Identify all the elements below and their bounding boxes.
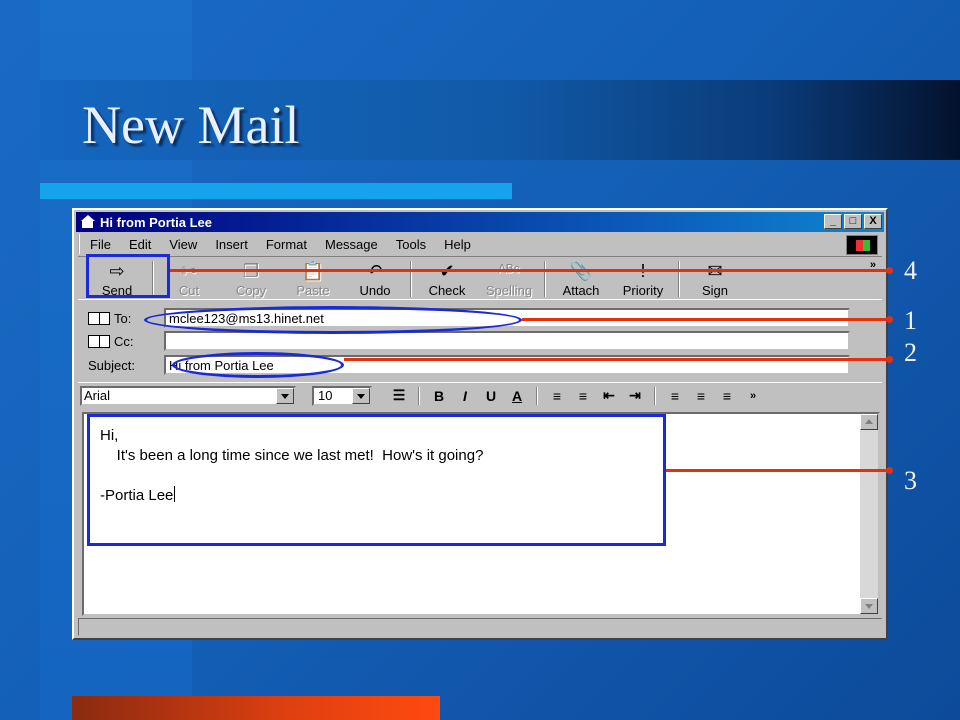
scroll-down-icon[interactable] — [860, 598, 878, 614]
highlight-to-field — [144, 306, 522, 334]
menu-tools[interactable]: Tools — [396, 237, 426, 252]
subject-label: Subject: — [88, 357, 135, 373]
chevron-down-icon[interactable] — [276, 387, 294, 404]
check-names-icon: ✔ — [439, 261, 454, 283]
copy-icon: ❐ — [243, 261, 259, 283]
decrease-indent-icon[interactable]: ⇤ — [596, 387, 622, 404]
sign-icon: ✉ — [707, 261, 722, 283]
toolbar-separator — [678, 261, 680, 297]
sign-label: Sign — [701, 283, 729, 298]
underline-button[interactable]: U — [478, 388, 504, 404]
copy-button[interactable]: ❐ Copy — [220, 257, 282, 301]
align-right-icon[interactable]: ≡ — [714, 388, 740, 404]
menu-edit[interactable]: Edit — [129, 237, 151, 252]
menu-view[interactable]: View — [169, 237, 197, 252]
format-separator — [654, 386, 656, 405]
decorative-cyan-bar — [40, 183, 512, 199]
paste-icon: 📋 — [302, 261, 324, 283]
callout-pointer-4 — [170, 267, 893, 274]
paste-button[interactable]: 📋 Paste — [282, 257, 344, 301]
increase-indent-icon[interactable]: ⇥ — [622, 387, 648, 404]
chevron-down-icon[interactable] — [352, 387, 370, 404]
spelling-button[interactable]: ᴬᴮᶜ Spelling — [478, 257, 540, 301]
callout-number-1: 1 — [904, 306, 917, 335]
toolbar-separator — [410, 261, 412, 297]
callout-number-2: 2 — [904, 338, 917, 367]
callout-pointer-1 — [522, 316, 893, 323]
check-label: Check — [428, 283, 466, 298]
windows-logo-icon — [846, 235, 878, 255]
subject-row: Subject: — [88, 355, 168, 375]
paperclip-icon: 📎 — [570, 261, 592, 283]
status-bar — [78, 618, 882, 636]
font-color-button[interactable]: A — [504, 388, 530, 404]
copy-label: Copy — [235, 283, 267, 298]
scroll-up-icon[interactable] — [860, 414, 878, 430]
priority-icon: ! — [640, 261, 645, 283]
cc-row: Cc: — [88, 331, 168, 351]
formatting-toolbar: Arial 10 ☰ B I U A ≡ ≡ ⇤ ⇥ ≡ ≡ ≡ » — [78, 382, 882, 408]
highlight-send-button — [86, 254, 170, 298]
highlight-message-body — [87, 414, 666, 546]
to-label: To: — [114, 310, 132, 326]
menu-bar: File Edit View Insert Format Message Too… — [78, 234, 882, 255]
font-size-value: 10 — [318, 387, 333, 403]
compose-mail-icon — [80, 215, 96, 229]
callout-number-4: 4 — [904, 256, 917, 285]
attach-label: Attach — [562, 283, 600, 298]
align-left-icon[interactable]: ≡ — [662, 388, 688, 404]
highlight-subject-field — [172, 352, 344, 378]
font-size-select[interactable]: 10 — [312, 385, 372, 406]
format-more-chevron-icon[interactable]: » — [740, 390, 766, 402]
decorative-red-bar — [72, 696, 440, 720]
priority-button[interactable]: ! Priority — [612, 257, 674, 301]
menu-help[interactable]: Help — [444, 237, 471, 252]
window-title: Hi from Portia Lee — [100, 214, 212, 230]
menu-file[interactable]: File — [90, 237, 111, 252]
cc-label: Cc: — [114, 333, 134, 349]
window-titlebar[interactable]: Hi from Portia Lee _ □ X — [76, 212, 884, 232]
spelling-label: Spelling — [485, 283, 533, 298]
slide-title: New Mail — [82, 95, 300, 155]
undo-button[interactable]: ↶ Undo — [344, 257, 406, 301]
callout-pointer-2 — [344, 356, 893, 363]
italic-button[interactable]: I — [452, 388, 478, 404]
bulleted-list-icon[interactable]: ≡ — [570, 388, 596, 404]
callout-number-3: 3 — [904, 466, 917, 495]
undo-label: Undo — [359, 283, 391, 298]
minimize-button[interactable]: _ — [824, 214, 842, 229]
attach-button[interactable]: 📎 Attach — [550, 257, 612, 301]
format-separator — [536, 386, 538, 405]
check-button[interactable]: ✔ Check — [416, 257, 478, 301]
address-book-icon[interactable] — [88, 334, 110, 348]
menu-format[interactable]: Format — [266, 237, 307, 252]
maximize-button[interactable]: □ — [844, 214, 862, 229]
numbered-list-icon[interactable]: ≡ — [544, 388, 570, 404]
align-center-icon[interactable]: ≡ — [688, 388, 714, 404]
bold-button[interactable]: B — [426, 388, 452, 404]
menu-insert[interactable]: Insert — [215, 237, 248, 252]
menu-message[interactable]: Message — [325, 237, 378, 252]
address-book-icon[interactable] — [88, 311, 110, 325]
main-toolbar: ⇨ Send ✂ Cut ❐ Copy 📋 Paste ↶ Undo ✔ Che… — [78, 256, 882, 300]
paste-label: Paste — [296, 283, 330, 298]
font-family-select[interactable]: Arial — [80, 385, 296, 406]
cc-field[interactable] — [164, 331, 850, 351]
toolbar-separator — [544, 261, 546, 297]
close-button[interactable]: X — [864, 214, 882, 229]
scissors-icon: ✂ — [181, 261, 196, 283]
priority-label: Priority — [622, 283, 664, 298]
vertical-scrollbar[interactable] — [860, 414, 878, 614]
cut-label: Cut — [178, 283, 200, 298]
font-family-value: Arial — [84, 387, 111, 403]
spelling-icon: ᴬᴮᶜ — [498, 261, 520, 283]
sign-button[interactable]: ✉ Sign — [684, 257, 746, 301]
paragraph-style-icon[interactable]: ☰ — [386, 387, 412, 404]
callout-pointer-3 — [666, 467, 893, 474]
format-separator — [418, 386, 420, 405]
undo-icon: ↶ — [367, 261, 382, 283]
